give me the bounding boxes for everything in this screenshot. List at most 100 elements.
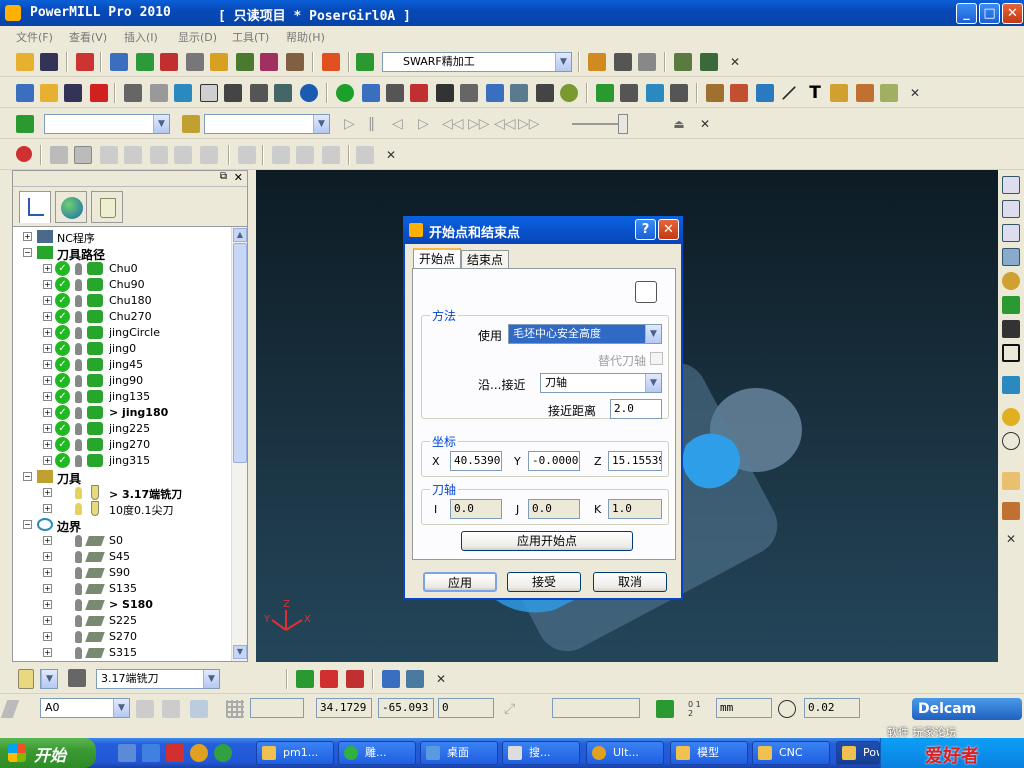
rewind-icon[interactable]: ◁◁ [442, 115, 464, 133]
visibility-bulb-icon[interactable] [75, 455, 82, 467]
line-icon[interactable] [781, 85, 797, 101]
tolerance-target-icon[interactable] [778, 700, 796, 718]
menu-tools[interactable]: 工具(T) [232, 29, 269, 45]
tool-icon[interactable] [186, 53, 204, 71]
menu-view[interactable]: 查看(V) [69, 29, 107, 45]
view-side-icon[interactable] [1002, 248, 1020, 266]
chevron-down-icon[interactable]: ▼ [113, 699, 129, 717]
simulation-tool-select[interactable]: ▼ [204, 114, 330, 134]
expand-icon[interactable]: + [43, 376, 52, 385]
go-end-icon[interactable]: ▷▷ [518, 115, 540, 133]
toolpath-row[interactable]: + ✓ jing90 [13, 373, 231, 389]
print-icon[interactable] [76, 53, 94, 71]
toolpath-row[interactable]: + ✓ jing225 [13, 421, 231, 437]
expand-icon[interactable]: + [43, 280, 52, 289]
accept-button[interactable]: 接受 [507, 572, 581, 592]
toolbar-close-icon[interactable]: ✕ [1004, 532, 1018, 546]
toolpath-icon[interactable] [16, 115, 34, 133]
j-input[interactable]: 0.0 [528, 499, 580, 519]
shade-shiny-icon[interactable] [174, 146, 192, 164]
toolpath-row[interactable]: + ✓ jingCircle [13, 325, 231, 341]
visibility-bulb-icon[interactable] [75, 647, 82, 659]
messenger-icon[interactable] [190, 744, 208, 762]
go-start-icon[interactable]: ◁◁ [494, 115, 516, 133]
powermill-app-icon[interactable] [5, 5, 21, 21]
toolpath-row[interactable]: + ✓ Chu270 [13, 309, 231, 325]
table-icon[interactable] [460, 84, 478, 102]
wand-icon[interactable] [536, 84, 554, 102]
visibility-bulb-icon[interactable] [75, 503, 82, 515]
restore-panel-icon[interactable]: ⧉ [220, 171, 227, 182]
expand-icon[interactable]: + [43, 504, 52, 513]
simulation-toolpath-select[interactable]: ▼ [44, 114, 170, 134]
tree-toolpaths[interactable]: − 刀具路径 [13, 245, 231, 262]
grid-snap-icon[interactable] [226, 700, 244, 718]
block-icon[interactable] [110, 53, 128, 71]
collapse-icon[interactable]: − [23, 472, 32, 481]
boundary-row[interactable]: + S45 [13, 549, 231, 565]
zoom-icon[interactable] [1002, 272, 1020, 290]
chevron-down-icon[interactable]: ▼ [41, 670, 57, 688]
expand-icon[interactable]: + [43, 456, 52, 465]
expand-icon[interactable]: + [43, 552, 52, 561]
save-icon[interactable] [40, 53, 58, 71]
tool-row[interactable]: + > 3.17端铣刀 [13, 485, 231, 501]
substitute-axis-checkbox[interactable] [650, 352, 663, 365]
toolpath-row[interactable]: + ✓ jing315 [13, 453, 231, 469]
dialog-close-button[interactable]: ✕ [658, 219, 679, 240]
close-panel-icon[interactable]: ✕ [234, 171, 243, 184]
collapse-icon[interactable]: − [23, 248, 32, 257]
workplane-select[interactable]: A0 ▼ [40, 698, 130, 718]
grid-icon[interactable] [250, 84, 268, 102]
toolpath-row[interactable]: + ✓ jing135 [13, 389, 231, 405]
tree-tools[interactable]: − 刀具 [13, 469, 231, 486]
boundary-row[interactable]: + S225 [13, 613, 231, 629]
shade-rainbow-icon[interactable] [124, 146, 142, 164]
save-stock-icon[interactable] [322, 146, 340, 164]
shade-tool-icon[interactable] [200, 146, 218, 164]
layers-icon[interactable] [174, 84, 192, 102]
expand-icon[interactable]: + [43, 328, 52, 337]
stock-icon[interactable] [238, 146, 256, 164]
task-item[interactable]: 雕... [338, 741, 416, 765]
tab-recycle[interactable] [91, 191, 123, 223]
save-model-icon[interactable] [64, 84, 82, 102]
minimize-button[interactable]: _ [956, 3, 977, 24]
toolbar-close-icon[interactable]: ✕ [698, 117, 712, 131]
expand-icon[interactable]: + [23, 232, 32, 241]
cut-icon[interactable] [856, 84, 874, 102]
solid-icon[interactable] [830, 84, 848, 102]
boundary-row[interactable]: + S0 [13, 533, 231, 549]
toolbar-close-icon[interactable]: ✕ [384, 148, 398, 162]
shade-cutter-icon[interactable] [150, 146, 168, 164]
toolpath-row[interactable]: + ✓ > jing180 [13, 405, 231, 421]
y-input[interactable]: -0.00004 [528, 451, 580, 471]
pen-icon[interactable] [362, 84, 380, 102]
viewmill-icon[interactable] [50, 146, 68, 164]
settings-icon[interactable] [386, 84, 404, 102]
pause-icon[interactable]: ‖ [368, 115, 386, 133]
link-icon[interactable]: ⤢ [504, 700, 522, 718]
tool-type-dropdown[interactable]: ▼ [40, 669, 58, 689]
shaded-icon[interactable] [1002, 376, 1020, 394]
start-button[interactable]: 开始 [0, 738, 96, 768]
tree-boundaries[interactable]: − 边界 [13, 517, 231, 534]
expand-icon[interactable]: + [43, 392, 52, 401]
ruler-icon[interactable] [638, 53, 656, 71]
toolpath-icon[interactable] [356, 53, 374, 71]
chevron-down-icon[interactable]: ▼ [313, 115, 329, 133]
toolpath-list-icon[interactable] [596, 84, 614, 102]
close-button[interactable]: ✕ [1002, 3, 1023, 24]
visibility-bulb-icon[interactable] [75, 423, 82, 435]
measure-icon[interactable] [200, 84, 218, 102]
visibility-bulb-icon[interactable] [75, 359, 82, 371]
zoom-box-icon[interactable] [1002, 344, 1020, 362]
shaded-model-icon[interactable] [1002, 408, 1020, 426]
scroll-down-icon[interactable]: ▼ [233, 645, 247, 659]
select-icon[interactable] [124, 84, 142, 102]
units-ruler-icon[interactable]: 0 1 2 [688, 700, 706, 718]
tool-row[interactable]: +10度0.1尖刀 [13, 501, 231, 517]
menu-display[interactable]: 显示(D) [178, 29, 217, 45]
visibility-bulb-icon[interactable] [75, 391, 82, 403]
dialog-help-button[interactable]: ? [635, 219, 656, 240]
